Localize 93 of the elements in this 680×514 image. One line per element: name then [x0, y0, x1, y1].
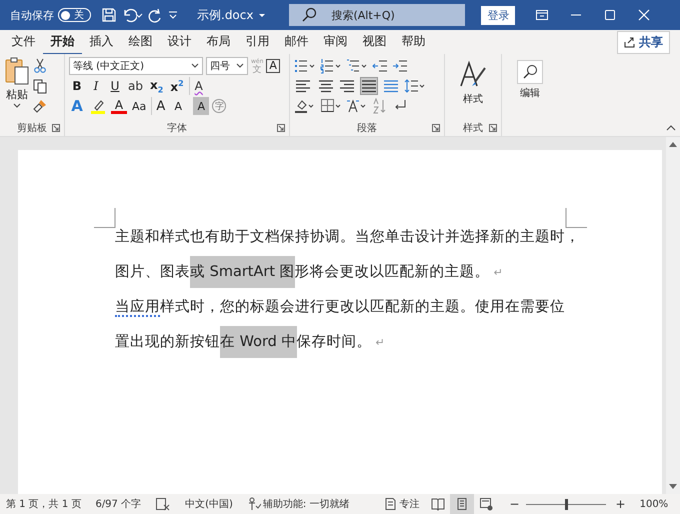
asian-layout-icon[interactable] [346, 98, 368, 114]
print-view-button[interactable] [450, 494, 474, 514]
format-button[interactable]: I [88, 77, 104, 95]
paste-button[interactable]: 粘贴 [4, 56, 30, 114]
format-button[interactable]: A [69, 97, 85, 115]
zoom-slider-thumb[interactable] [564, 498, 568, 510]
dialog-launcher-icon[interactable] [277, 124, 285, 132]
share-icon [624, 36, 636, 48]
focus-icon [383, 497, 398, 511]
zoom-in-button[interactable]: + [616, 497, 626, 511]
editing-button[interactable]: 编辑 [517, 56, 543, 100]
book-icon [431, 497, 446, 511]
zoom-out-button[interactable]: − [509, 497, 520, 511]
collapse-ribbon-icon[interactable] [666, 124, 676, 132]
word-count[interactable]: 6/97 个字 [95, 497, 142, 511]
ribbon-tab[interactable]: 布局 [199, 30, 238, 54]
group-label: 样式 [463, 122, 483, 135]
numbering-icon[interactable] [320, 58, 342, 74]
styles-button[interactable]: 样式 [459, 56, 487, 106]
format-button[interactable]: x$_{2}$ [148, 77, 166, 95]
accessibility-icon [246, 497, 261, 511]
ribbon-tab[interactable]: 绘图 [121, 30, 160, 54]
autosave-toggle[interactable]: 关 [58, 8, 91, 22]
align-button[interactable] [360, 77, 378, 95]
ribbon-tab[interactable]: 设计 [160, 30, 199, 54]
increase-indent-icon[interactable] [392, 58, 408, 74]
copy-icon[interactable] [32, 78, 48, 94]
ribbon-tab[interactable]: 审阅 [316, 30, 355, 54]
scroll-down-icon[interactable] [669, 484, 677, 490]
document-paragraph: 主题和样式也有助于文档保持协调。当您单击设计并选择新的主题时， 图片、图表或 SmartArt 图形将会更改以匹配新的主题。 ↵ [115, 220, 662, 290]
format-button[interactable]: ab [126, 77, 145, 95]
format-button[interactable]: A [188, 77, 205, 95]
format-button[interactable]: U [107, 77, 123, 95]
highlighter-icon [90, 98, 106, 114]
character-border-button[interactable]: A [266, 59, 280, 73]
caret-icon [13, 103, 21, 109]
ribbon-tab[interactable]: 插入 [82, 30, 121, 54]
ribbon-tab[interactable]: 文件 [4, 30, 43, 54]
font-size-dropdown[interactable]: 四号 [206, 57, 248, 75]
language-indicator[interactable]: 中文(中国) [185, 497, 233, 511]
accessibility-status[interactable]: 辅助功能: 一切就绪 [246, 497, 350, 511]
zoom-level[interactable]: 100% [640, 498, 668, 510]
scroll-up-icon[interactable] [669, 141, 677, 147]
format-button[interactable]: A [151, 97, 168, 115]
scissors-icon[interactable] [32, 58, 48, 74]
group-label: 段落 [357, 122, 377, 135]
ribbon-display-icon[interactable] [535, 8, 550, 22]
ribbon-tab[interactable]: 邮件 [277, 30, 316, 54]
margin-corner-mark [94, 208, 116, 228]
login-button[interactable]: 登录 [481, 6, 516, 24]
dialog-launcher-icon[interactable] [489, 124, 497, 132]
close-icon[interactable] [637, 8, 652, 22]
vertical-scrollbar[interactable] [666, 137, 680, 494]
share-button[interactable]: 共享 [617, 30, 670, 54]
shading-icon[interactable] [294, 98, 316, 114]
margin-corner-mark [565, 208, 587, 228]
clipboard-icon [4, 56, 30, 86]
document-paragraph: 当应用样式时，您的标题会进行更改以匹配新的主题。使用在需要位 置出现的新按钮在 Word 中保存时间。 ↵ [115, 290, 662, 360]
ribbon-tab[interactable]: 视图 [355, 30, 394, 54]
line-spacing-icon[interactable] [404, 78, 426, 94]
format-button[interactable]: A [111, 98, 127, 114]
autosave-label: 自动保存 [10, 8, 54, 22]
ribbon-tab[interactable]: 帮助 [394, 30, 433, 54]
page-count[interactable]: 第 1 页，共 1 页 [6, 497, 82, 511]
caret-icon [236, 63, 244, 69]
web-layout-icon [479, 497, 494, 511]
page-icon [455, 497, 470, 511]
maximize-icon[interactable] [603, 8, 618, 22]
focus-button[interactable]: 专注 [383, 497, 420, 511]
group-label: 字体 [167, 122, 187, 135]
borders-icon[interactable] [320, 98, 342, 114]
format-button[interactable]: A [170, 97, 186, 115]
proofing-icon[interactable] [155, 497, 172, 511]
multilevel-list-icon[interactable] [346, 58, 368, 74]
format-button[interactable]: Aa [130, 97, 148, 115]
search-field[interactable]: 搜索(Alt+Q) [289, 4, 466, 26]
bullets-icon[interactable] [294, 58, 316, 74]
caret-icon [191, 63, 199, 69]
format-button[interactable]: 字 [212, 99, 226, 113]
save-icon[interactable] [101, 7, 117, 23]
format-button[interactable]: x$^{2}$ [168, 77, 186, 95]
format-button[interactable]: B [69, 77, 85, 95]
group-label: 剪贴板 [17, 122, 47, 135]
font-name-dropdown[interactable]: 等线 (中文正文) [69, 57, 203, 75]
format-button[interactable]: A [193, 97, 210, 115]
search-icon [517, 60, 543, 84]
decrease-indent-icon[interactable] [372, 58, 388, 74]
dialog-launcher-icon[interactable] [432, 124, 440, 132]
ribbon-tab[interactable]: 引用 [238, 30, 277, 54]
paintbrush-icon[interactable] [32, 98, 48, 114]
redo-icon[interactable] [147, 7, 163, 23]
dialog-launcher-icon[interactable] [52, 124, 60, 132]
file-name[interactable]: 示例.docx [197, 6, 254, 24]
